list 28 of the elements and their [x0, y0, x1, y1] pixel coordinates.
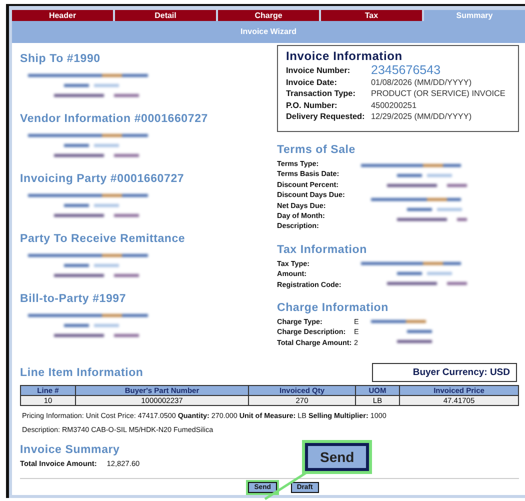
field-value: 01/08/2026 (MM/DD/YYYY) [371, 76, 472, 88]
section-heading: Invoice Summary [20, 444, 121, 456]
section-heading: Invoicing Party #0001660727 [20, 173, 186, 185]
field-label: Invoice Number: [286, 65, 352, 76]
section-heading: Terms of Sale [277, 144, 356, 156]
section-heading: Vendor Information #0001660727 [20, 113, 209, 125]
section-heading: Bill-to-Party #1997 [20, 293, 128, 305]
tab[interactable]: Header [12, 10, 113, 21]
wizard-title: Invoice Wizard [12, 21, 525, 43]
section-heading: Line Item Information [20, 366, 144, 378]
field-label: P.O. Number: [286, 100, 338, 111]
section-heading: Ship To #1990 [20, 53, 102, 65]
section-heading: Charge Information [277, 302, 390, 314]
field-value: 12/29/2025 (MM/DD/YYYY) [371, 111, 472, 122]
field-value: 2345676543 [371, 65, 441, 76]
section-heading: Party To Receive Remittance [20, 233, 186, 245]
currency-label: Buyer Currency: USD [372, 363, 517, 382]
send-callout: Send [305, 443, 370, 471]
section-heading: Tax Information [277, 244, 368, 256]
tab[interactable]: Charge [218, 10, 319, 21]
field-value: 4500200251 [371, 100, 417, 111]
field-label: Delivery Requested: [286, 111, 366, 122]
panel-title: Invoice Information [286, 49, 404, 63]
tab[interactable]: Tax [321, 10, 422, 21]
field-value: PRODUCT (OR SERVICE) INVOICE [371, 88, 506, 100]
field-label: Invoice Date: [286, 76, 338, 88]
field-label: Transaction Type: [286, 88, 356, 100]
tab[interactable]: Detail [115, 10, 216, 21]
